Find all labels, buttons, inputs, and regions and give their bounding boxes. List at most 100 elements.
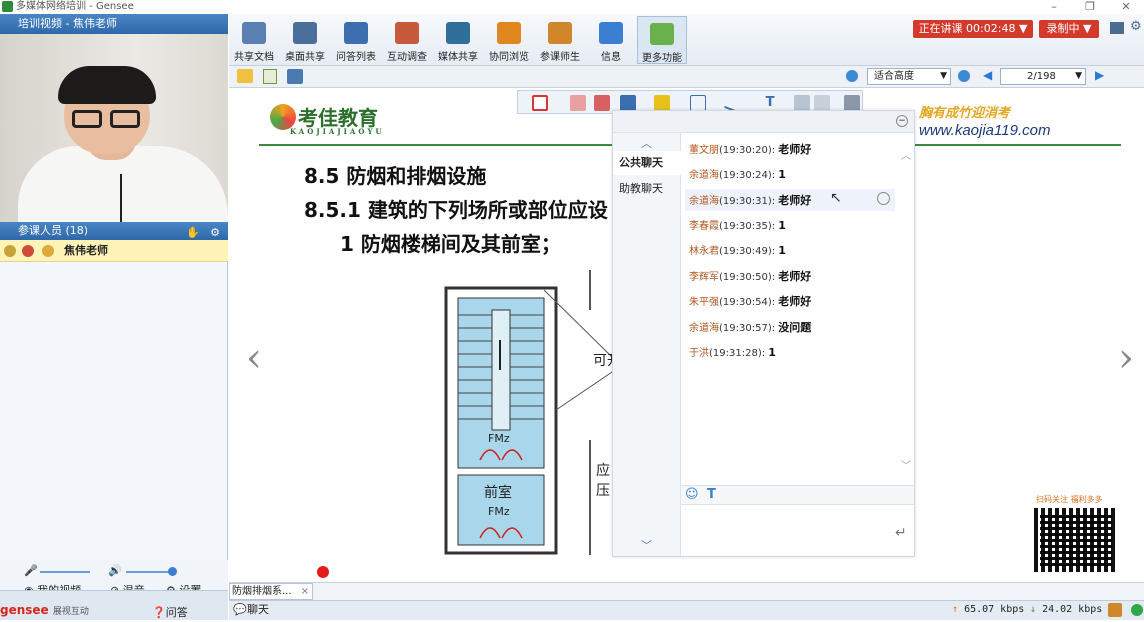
document-tab-label: 防烟排烟系... (232, 586, 292, 597)
next-page-icon[interactable]: ▶ (1095, 68, 1104, 82)
highlighter-icon[interactable] (654, 95, 670, 111)
survey-label: 互动调查 (387, 52, 427, 63)
font-icon[interactable]: T (707, 487, 716, 502)
info-icon (599, 22, 623, 44)
chevron-down-icon[interactable]: ﹀ (901, 457, 911, 472)
eraser-icon[interactable] (570, 95, 586, 111)
member-name: 焦伟老师 (64, 244, 108, 257)
tab-public-chat[interactable]: 公共聊天 (613, 151, 681, 175)
rectangle-icon[interactable] (690, 95, 706, 111)
page-value: 2/198 (1027, 71, 1056, 82)
text-tool-icon[interactable]: T (762, 95, 778, 111)
plan-label-fm-lower: FMz (488, 505, 510, 518)
chat-tabs: ︿ 公共聊天 助教聊天 ﹀ (613, 133, 681, 556)
laser-pointer-dot (317, 566, 329, 578)
record-button[interactable]: 录制中 ▼ (1039, 20, 1099, 38)
member-row[interactable]: 焦伟老师 (0, 240, 228, 262)
upload-rate: ↑ 65.07 kbps (952, 601, 1024, 619)
cobrowse-icon (497, 22, 521, 44)
delete-icon[interactable] (877, 192, 890, 205)
qr-label: 扫码关注 福利多多 (1036, 495, 1103, 504)
chat-input[interactable] (681, 506, 914, 556)
more-functions-icon (650, 23, 674, 45)
toolbar-media-share[interactable]: 媒体共享 (433, 16, 483, 64)
toolbar-qa-list[interactable]: 问答列表 (331, 16, 381, 64)
logo-subtext: KAOJIAJIAOYU (290, 127, 385, 136)
speaker-icon[interactable]: 🔊 (108, 564, 122, 577)
pen-icon[interactable] (620, 95, 636, 111)
toolbar-desktop-share[interactable]: 桌面共享 (280, 16, 330, 64)
zoom-out-icon[interactable] (958, 70, 970, 82)
toolbar-cobrowse[interactable]: 协同浏览 (484, 16, 534, 64)
chat-input-toolbar: ☺ T (681, 485, 914, 505)
slide-item: 1 防烟楼梯间及其前室； (340, 232, 561, 256)
qa-label: 问答 (165, 606, 188, 619)
prev-page-icon[interactable]: ◀ (983, 68, 992, 82)
chevron-up-icon[interactable]: ︿ (901, 147, 911, 162)
share-doc-label: 共享文档 (234, 52, 274, 63)
media-share-label: 媒体共享 (438, 52, 478, 63)
next-slide-arrow[interactable]: › (1118, 335, 1134, 381)
mic-icon[interactable] (4, 245, 16, 257)
download-arrow-icon: ↓ (1030, 604, 1037, 615)
slide-heading: 8.5 防烟和排烟设施 (304, 164, 487, 188)
window-titlebar: 多媒体网络培训 - Gensee (0, 0, 1144, 14)
cobrowse-label: 协同浏览 (489, 52, 529, 63)
chat-message: 林永君(19:30:49): 1 (689, 244, 786, 257)
tab-assistant-chat[interactable]: 助教聊天 (613, 177, 681, 201)
toolbar-info[interactable]: 信息 (586, 16, 636, 64)
download-rate-value: 24.02 kbps (1042, 604, 1103, 615)
page-select[interactable]: 2/198 ▼ (1000, 68, 1086, 85)
fill-icon[interactable] (794, 95, 810, 111)
qr-code (1034, 508, 1118, 572)
new-doc-icon[interactable] (263, 69, 277, 84)
qa-button[interactable]: ❓问答 (152, 604, 188, 620)
prev-slide-arrow[interactable]: ‹ (246, 335, 262, 381)
members-header[interactable]: 参课人员 (18) ✋ ⚙ (0, 222, 228, 240)
minimize-button[interactable]: – (1036, 0, 1072, 14)
qa-list-icon (344, 22, 368, 44)
screenshot-icon[interactable] (844, 95, 860, 111)
clear-icon[interactable] (594, 95, 610, 111)
chat-button[interactable]: 💬 聊天 (231, 601, 291, 619)
survey-icon (395, 22, 419, 44)
collapse-icon[interactable]: − (896, 115, 908, 127)
network-user-icon (1108, 603, 1122, 617)
chat-scrollbar[interactable]: ︿ ﹀ (901, 147, 911, 472)
layout-icon[interactable] (1110, 22, 1124, 34)
plan-label-fm-upper: FMz (488, 432, 510, 445)
video-header-label: 培训视频 - 焦伟老师 (18, 17, 117, 30)
line-width-icon[interactable] (814, 95, 830, 111)
send-icon[interactable]: ↵ (895, 525, 907, 541)
close-button[interactable]: ✕ (1108, 0, 1144, 14)
zoom-in-icon[interactable] (846, 70, 858, 82)
toolbar-more[interactable]: 更多功能 (637, 16, 687, 64)
more-functions-label: 更多功能 (642, 53, 682, 64)
brand-name: gensee (0, 603, 49, 617)
app-icon (2, 1, 13, 12)
live-status-button[interactable]: 正在讲课 00:02:48 ▼ (913, 20, 1033, 38)
toolbar-participants[interactable]: 参课师生 (535, 16, 585, 64)
fit-select[interactable]: 适合高度 ▼ (867, 68, 951, 85)
open-folder-icon[interactable] (237, 69, 253, 83)
chat-message-hovered[interactable]: 余道海(19:30:31): 老师好 (685, 189, 895, 211)
mic-volume-slider[interactable] (40, 571, 90, 573)
maximize-button[interactable]: ❐ (1072, 0, 1108, 14)
close-tab-icon[interactable]: × (301, 584, 309, 599)
microphone-icon[interactable]: 🎤 (24, 564, 38, 577)
connection-status-icon (1131, 604, 1143, 616)
toolbar-survey[interactable]: 互动调查 (382, 16, 432, 64)
camera-icon[interactable] (22, 245, 34, 257)
speaker-volume-knob[interactable] (168, 567, 177, 576)
chevron-up-icon[interactable]: ︿ (641, 135, 652, 151)
document-tab[interactable]: 防烟排烟系... × (229, 583, 313, 600)
share-screen-icon[interactable] (287, 69, 303, 84)
slide-logo: 考佳教育 KAOJIAJIAOYU (270, 102, 385, 136)
pointer-tool-icon[interactable] (532, 95, 548, 111)
logo-swirl (270, 104, 296, 130)
chevron-down-icon: ▼ (1075, 71, 1082, 81)
chevron-down-icon[interactable]: ﹀ (641, 537, 652, 553)
toolbar-share-doc[interactable]: 共享文档 (229, 16, 279, 64)
emoji-icon[interactable]: ☺ (685, 487, 699, 502)
gear-icon[interactable]: ⚙ (1130, 19, 1142, 34)
